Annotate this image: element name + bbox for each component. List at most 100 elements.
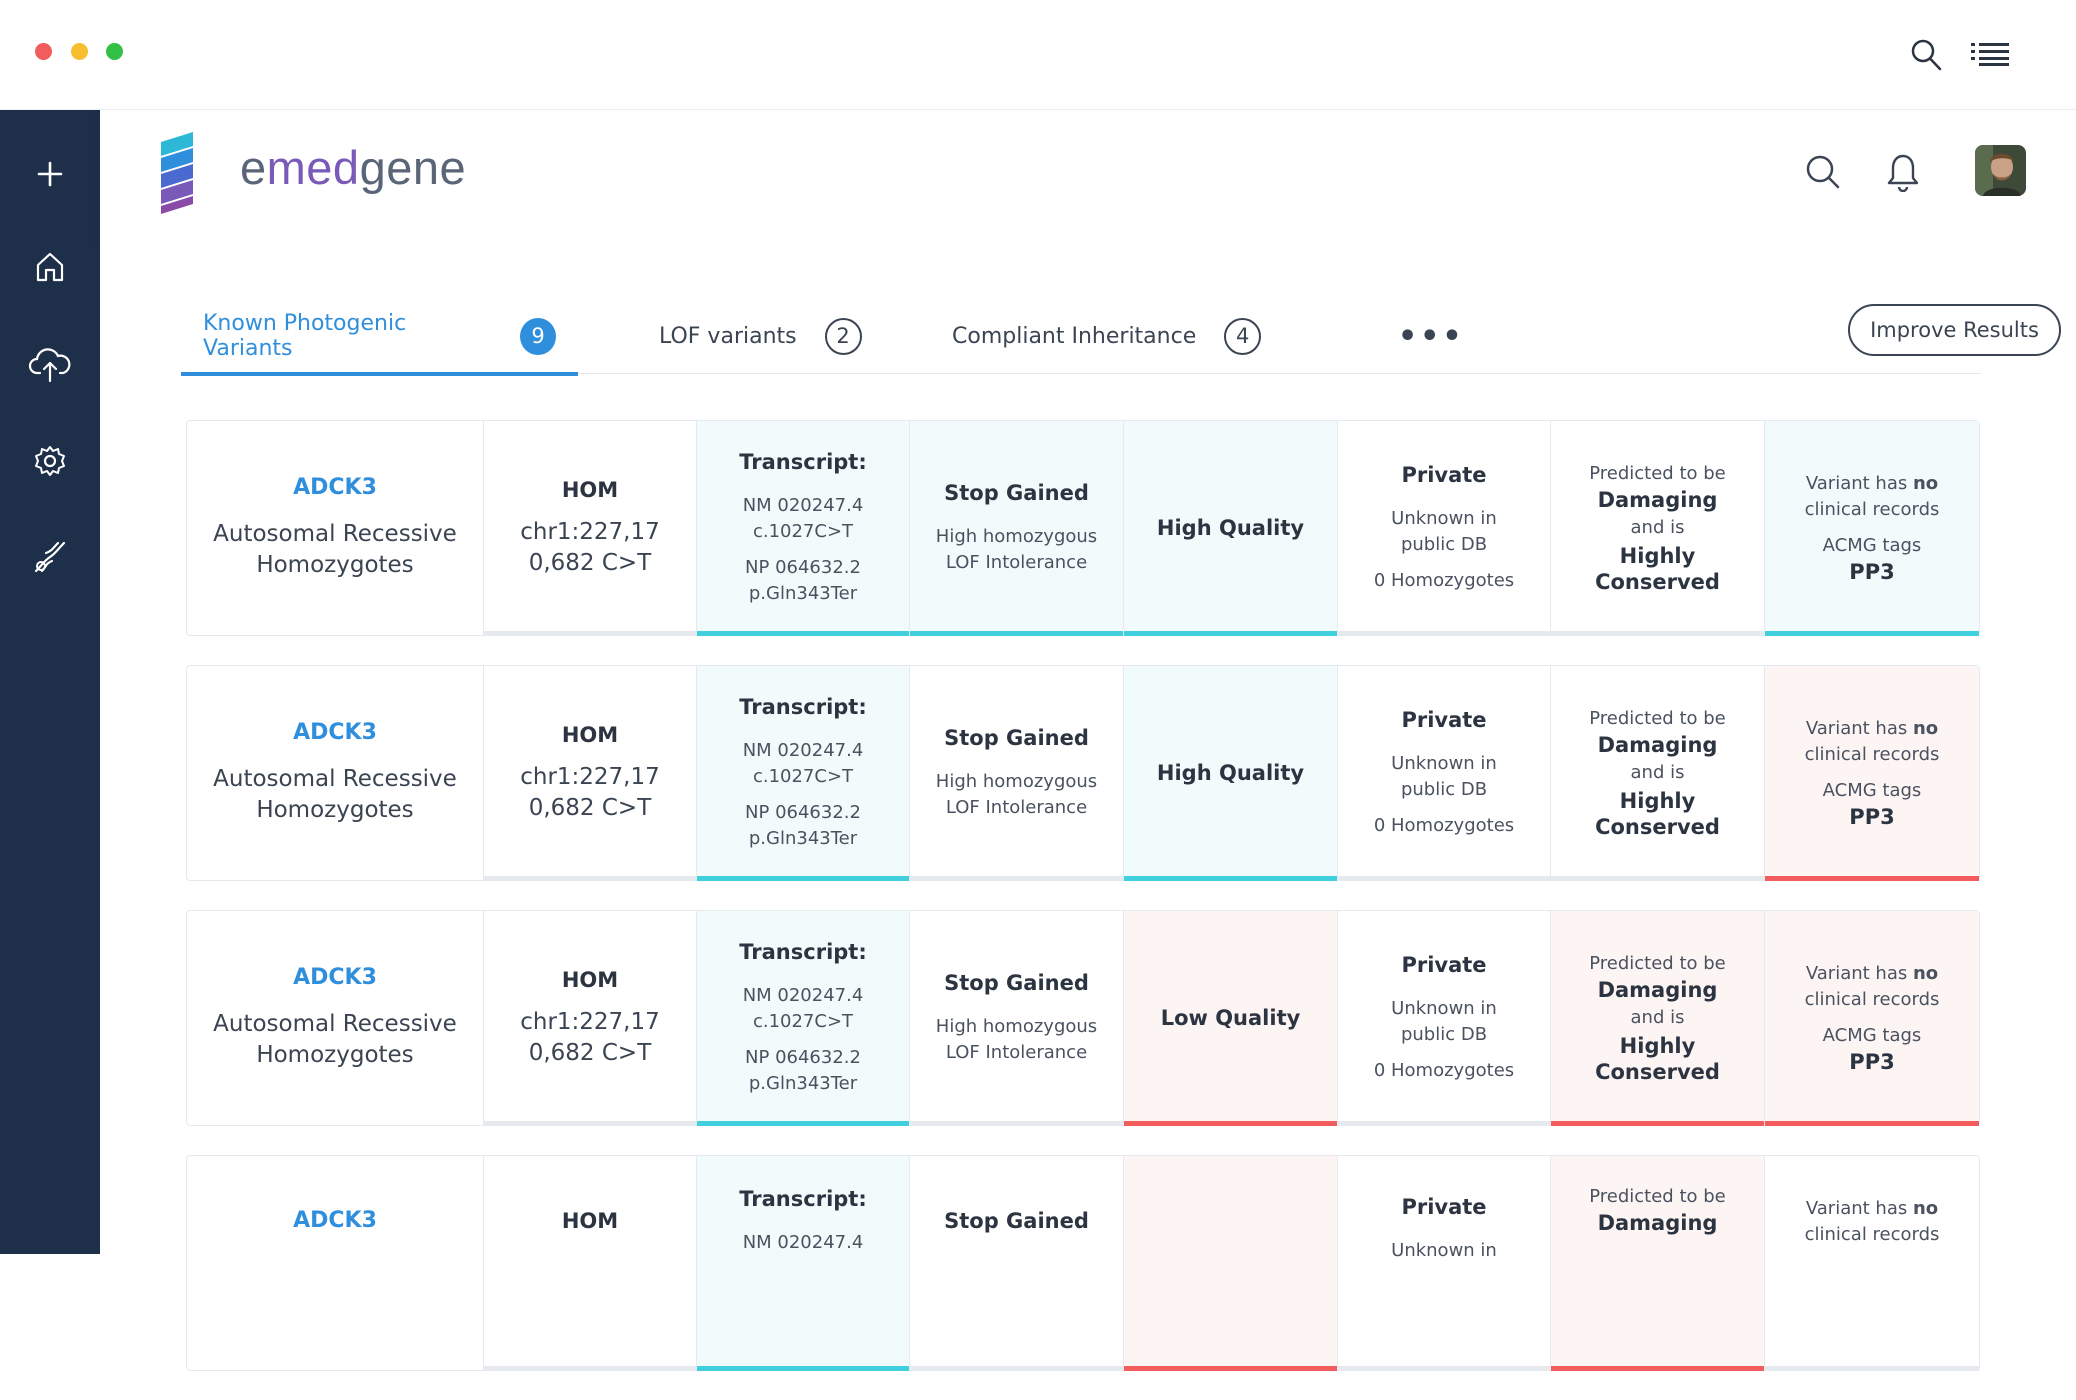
more-tabs-button[interactable]: ••• bbox=[1398, 298, 1465, 374]
logo-suffix: gene bbox=[359, 141, 467, 194]
main-content: Known Photogenic Variants 9 LOF variants… bbox=[100, 238, 2076, 1371]
gene-link[interactable]: ADCK3 bbox=[293, 720, 377, 746]
frequency-label: Private bbox=[1401, 463, 1487, 487]
prediction-text: Predicted to be bbox=[1589, 463, 1726, 484]
frequency-cell: Private Unknown in public DB 0 Homozygot… bbox=[1338, 911, 1551, 1126]
effect-detail: LOF Intolerance bbox=[945, 797, 1088, 818]
inheritance-text: Homozygotes bbox=[256, 797, 414, 823]
variant-row[interactable]: ADCK3 HOM Transcript: NM 020247.4 Stop G… bbox=[186, 1155, 1980, 1371]
gene-link[interactable]: ADCK3 bbox=[293, 1208, 377, 1234]
prediction-strong: Conserved bbox=[1595, 815, 1720, 839]
transcript-cell: Transcript: NM 020247.4 c.1027C>T NP 064… bbox=[697, 911, 910, 1126]
clinical-cell: Variant has no clinical records bbox=[1765, 1156, 1979, 1371]
tab-known-photogenic-variants[interactable]: Known Photogenic Variants 9 bbox=[181, 298, 578, 376]
inheritance-text: Homozygotes bbox=[256, 1042, 414, 1068]
quality-cell: High Quality bbox=[1124, 666, 1338, 881]
inheritance-text: Autosomal Recessive bbox=[213, 1011, 457, 1037]
gene-link[interactable]: ADCK3 bbox=[293, 475, 377, 501]
tab-label: Compliant Inheritance bbox=[952, 323, 1197, 349]
variant-row[interactable]: ADCK3 Autosomal Recessive Homozygotes HO… bbox=[186, 910, 1980, 1126]
tab-bar: Known Photogenic Variants 9 LOF variants… bbox=[181, 298, 2061, 376]
transcript-cell: Transcript: NM 020247.4 bbox=[697, 1156, 910, 1371]
variant-row[interactable]: ADCK3 Autosomal Recessive Homozygotes HO… bbox=[186, 420, 1980, 636]
prediction-strong: Damaging bbox=[1597, 1211, 1718, 1235]
effect-detail: LOF Intolerance bbox=[945, 552, 1088, 573]
tab-label: Known Photogenic Variants bbox=[203, 311, 407, 361]
improve-results-button[interactable]: Improve Results bbox=[1848, 304, 2061, 356]
zygosity-label: HOM bbox=[561, 723, 619, 747]
nm-text: c.1027C>T bbox=[752, 766, 854, 787]
homozygotes-count: 0 Homozygotes bbox=[1373, 570, 1515, 591]
position-text: chr1:227,17 bbox=[520, 519, 660, 545]
sidebar bbox=[0, 110, 100, 1254]
effect-label: Stop Gained bbox=[944, 726, 1089, 750]
homozygotes-count: 0 Homozygotes bbox=[1373, 1060, 1515, 1081]
variant-row[interactable]: ADCK3 Autosomal Recessive Homozygotes HO… bbox=[186, 665, 1980, 881]
quality-cell: Low Quality bbox=[1124, 911, 1338, 1126]
quality-label: High Quality bbox=[1156, 761, 1305, 785]
tab-compliant-inheritance[interactable]: Compliant Inheritance 4 bbox=[952, 298, 1262, 374]
plus-icon[interactable] bbox=[25, 149, 75, 199]
position-text: chr1:227,17 bbox=[520, 1009, 660, 1035]
frequency-detail: public DB bbox=[1400, 1024, 1488, 1045]
clinical-cell: Variant has no clinical records ACMG tag… bbox=[1765, 666, 1979, 881]
variants-list: ADCK3 Autosomal Recessive Homozygotes HO… bbox=[186, 420, 1980, 1400]
gene-cell: ADCK3 Autosomal Recessive Homozygotes bbox=[187, 911, 484, 1125]
prediction-cell: Predicted to be Damaging and is Highly C… bbox=[1551, 666, 1765, 881]
search-icon[interactable] bbox=[1910, 38, 1942, 76]
prediction-strong: Highly bbox=[1619, 544, 1696, 568]
frequency-cell: Private Unknown in bbox=[1338, 1156, 1551, 1371]
window-maximize-button[interactable] bbox=[106, 43, 123, 60]
np-text: p.Gln343Ter bbox=[748, 1073, 858, 1094]
prediction-strong: Damaging bbox=[1597, 733, 1718, 757]
clinical-text: Variant has no bbox=[1805, 1198, 1939, 1219]
effect-label: Stop Gained bbox=[944, 1209, 1089, 1233]
homozygotes-count: 0 Homozygotes bbox=[1373, 815, 1515, 836]
effect-cell: Stop Gained High homozygous LOF Intolera… bbox=[910, 666, 1124, 881]
effect-detail: High homozygous bbox=[935, 1016, 1098, 1037]
clinical-text: Variant has no bbox=[1805, 473, 1939, 494]
np-text: p.Gln343Ter bbox=[748, 828, 858, 849]
transcript-label: Transcript: bbox=[739, 695, 867, 719]
transcript-label: Transcript: bbox=[739, 1187, 867, 1211]
window-minimize-button[interactable] bbox=[71, 43, 88, 60]
position-text: 0,682 C>T bbox=[528, 795, 652, 821]
zygosity-cell: HOM chr1:227,17 0,682 C>T bbox=[484, 421, 697, 636]
bell-icon[interactable] bbox=[1886, 152, 1920, 196]
clinical-cell: Variant has no clinical records ACMG tag… bbox=[1765, 911, 1979, 1126]
app-logo-text[interactable]: emedgene bbox=[240, 140, 466, 195]
window-close-button[interactable] bbox=[35, 43, 52, 60]
dna-icon[interactable] bbox=[25, 532, 75, 582]
acmg-tag: PP3 bbox=[1849, 1050, 1895, 1074]
prediction-cell: Predicted to be Damaging and is Highly C… bbox=[1551, 911, 1765, 1126]
position-text: chr1:227,17 bbox=[520, 764, 660, 790]
prediction-text: and is bbox=[1630, 1007, 1685, 1028]
frequency-cell: Private Unknown in public DB 0 Homozygot… bbox=[1338, 666, 1551, 881]
frequency-label: Private bbox=[1401, 953, 1487, 977]
prediction-text: Predicted to be bbox=[1589, 1186, 1726, 1207]
frequency-detail: public DB bbox=[1400, 779, 1488, 800]
prediction-cell: Predicted to be Damaging bbox=[1551, 1156, 1765, 1371]
nm-text: NM 020247.4 bbox=[742, 985, 864, 1006]
list-icon[interactable] bbox=[1971, 42, 2009, 70]
quality-cell bbox=[1124, 1156, 1338, 1371]
tab-lof-variants[interactable]: LOF variants 2 bbox=[659, 298, 862, 374]
avatar[interactable] bbox=[1975, 145, 2026, 196]
effect-detail: High homozygous bbox=[935, 771, 1098, 792]
gear-icon[interactable] bbox=[25, 436, 75, 486]
tab-count-badge: 4 bbox=[1224, 317, 1262, 355]
logo-prefix: e bbox=[240, 141, 267, 194]
clinical-cell: Variant has no clinical records ACMG tag… bbox=[1765, 421, 1979, 636]
effect-label: Stop Gained bbox=[944, 481, 1089, 505]
zygosity-label: HOM bbox=[561, 1209, 619, 1233]
gene-link[interactable]: ADCK3 bbox=[293, 965, 377, 991]
clinical-text: clinical records bbox=[1804, 1224, 1940, 1245]
emedgene-logo-icon[interactable] bbox=[155, 132, 199, 218]
effect-cell: Stop Gained High homozygous LOF Intolera… bbox=[910, 911, 1124, 1126]
home-icon[interactable] bbox=[25, 242, 75, 292]
inheritance-text: Homozygotes bbox=[256, 552, 414, 578]
search-icon[interactable] bbox=[1805, 154, 1841, 194]
transcript-cell: Transcript: NM 020247.4 c.1027C>T NP 064… bbox=[697, 666, 910, 881]
cloud-upload-icon[interactable] bbox=[25, 340, 75, 390]
gene-cell: ADCK3 Autosomal Recessive Homozygotes bbox=[187, 421, 484, 635]
